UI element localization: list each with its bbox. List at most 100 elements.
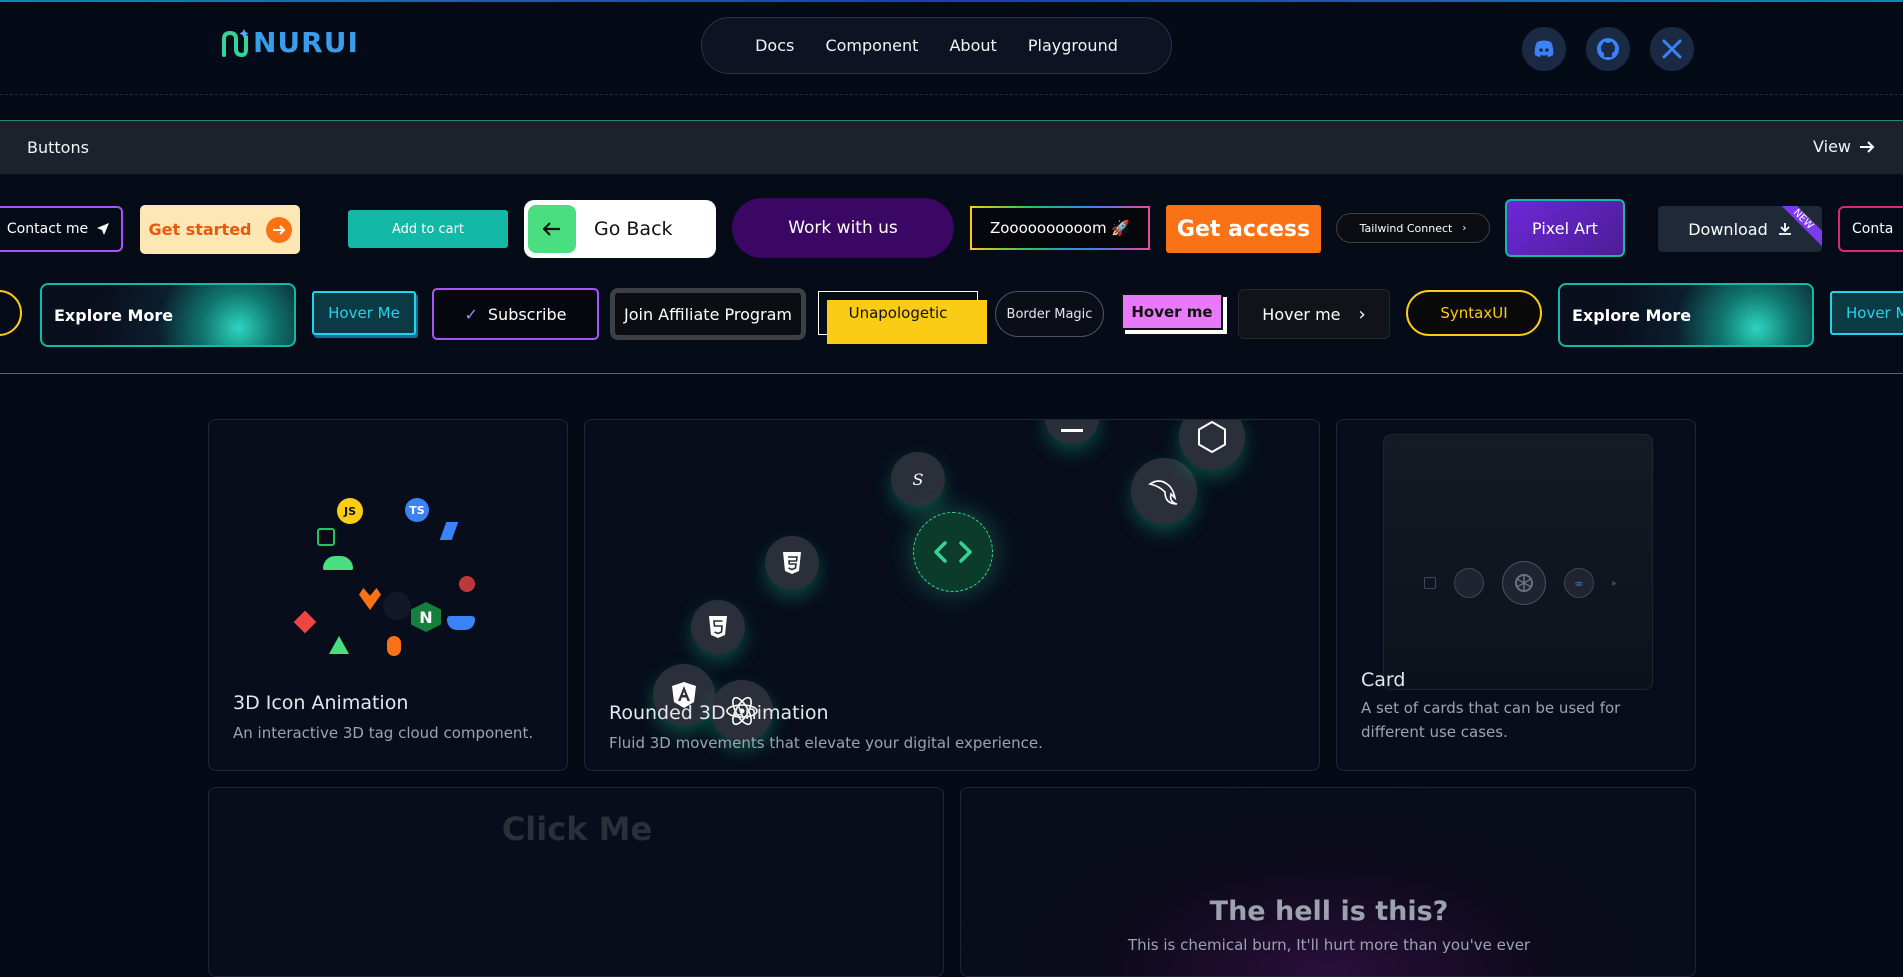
zoom-button[interactable]: Zoooooooooom 🚀 xyxy=(970,206,1150,250)
add-to-cart-button[interactable]: Add to cart xyxy=(348,210,508,248)
get-access-button[interactable]: Get access xyxy=(1166,205,1321,253)
arrow-left-icon xyxy=(528,205,576,253)
chevron-right-icon: › xyxy=(1358,303,1366,325)
nginx-icon: N xyxy=(411,602,441,632)
syntaxui-button-partial[interactable] xyxy=(0,290,22,336)
sass-icon: S xyxy=(891,452,945,506)
download-icon xyxy=(1778,223,1791,235)
arrow-right-icon xyxy=(1860,140,1875,153)
download-label: Download xyxy=(1688,219,1768,239)
chemical-burn-card[interactable]: The hell is this? This is chemical burn,… xyxy=(960,787,1696,977)
nurui-logo-icon xyxy=(222,28,249,57)
chevron-right-icon: ▸ xyxy=(1612,577,1618,589)
get-started-button[interactable]: Get started xyxy=(140,205,300,254)
discord-button[interactable] xyxy=(1522,27,1566,71)
icon-3d-card[interactable]: JS TS N 3D Icon Animation An interactive… xyxy=(208,419,568,771)
copilot-icon xyxy=(1454,568,1484,598)
unapologetic-button[interactable]: Unapologetic xyxy=(818,291,987,344)
nav-component[interactable]: Component xyxy=(825,36,918,55)
contact-me-button-repeat[interactable]: Conta xyxy=(1838,206,1903,252)
css3-icon xyxy=(765,536,819,590)
android-studio-icon xyxy=(329,636,349,654)
typescript-icon: TS xyxy=(405,498,429,522)
go-back-label: Go Back xyxy=(594,218,673,240)
hover-me-partial-label: Hover M xyxy=(1846,304,1903,322)
view-label: View xyxy=(1813,137,1851,156)
meta-icon: ∞ xyxy=(1564,568,1594,598)
unapologetic-label: Unapologetic xyxy=(848,304,948,322)
github-button[interactable] xyxy=(1586,27,1630,71)
contact-partial-label: Conta xyxy=(1852,221,1894,237)
join-affiliate-button[interactable]: Join Affiliate Program xyxy=(610,288,806,340)
contact-me-button[interactable]: Contact me xyxy=(0,206,123,252)
contact-me-label: Contact me xyxy=(6,221,89,237)
hover-me-dark-button[interactable]: Hover me › xyxy=(1238,289,1390,339)
view-link[interactable]: View xyxy=(1813,137,1875,156)
x-button[interactable] xyxy=(1650,27,1694,71)
tailwind-connect-label: Tailwind Connect xyxy=(1359,221,1453,235)
chevron-right-icon: › xyxy=(1462,222,1467,234)
code-brackets-icon xyxy=(913,512,993,592)
buttons-showcase-header: Buttons View xyxy=(0,121,1903,174)
explore-more-button-repeat[interactable]: Explore More xyxy=(1558,283,1814,347)
android-icon xyxy=(323,556,353,570)
explore-more-2-label: Explore More xyxy=(1572,305,1692,325)
nav-playground[interactable]: Playground xyxy=(1028,36,1118,55)
nav-docs[interactable]: Docs xyxy=(755,36,794,55)
brand-name: NURUI xyxy=(253,26,359,59)
border-magic-label: Border Magic xyxy=(1006,306,1093,322)
download-button[interactable]: Download NEW xyxy=(1658,206,1822,252)
pixel-art-label: Pixel Art xyxy=(1532,218,1598,238)
explore-more-label: Explore More xyxy=(54,305,174,325)
add-to-cart-label: Add to cart xyxy=(391,221,465,237)
click-me-label[interactable]: Click Me xyxy=(209,810,943,848)
x-icon xyxy=(1662,39,1682,59)
hover-me-cyan-button[interactable]: Hover Me xyxy=(312,291,416,335)
tech-orb-icon xyxy=(1045,420,1099,444)
card-title: 3D Icon Animation xyxy=(233,692,409,714)
zoom-label: Zoooooooooom 🚀 xyxy=(989,219,1131,237)
get-access-label: Get access xyxy=(1176,216,1311,242)
rounded-3d-card[interactable]: S Rounded 3D Animation Fluid 3D movement… xyxy=(584,419,1320,771)
syntaxui-button[interactable]: SyntaxUI xyxy=(1406,290,1542,336)
brand-logo[interactable]: NURUI xyxy=(220,26,359,59)
card-description: This is chemical burn, It'll hurt more t… xyxy=(1127,936,1531,954)
hover-me-cyan-button-repeat[interactable]: Hover M xyxy=(1830,291,1903,335)
icon-cloud: JS TS N xyxy=(287,464,477,656)
nav-about[interactable]: About xyxy=(949,36,996,55)
github-icon xyxy=(1597,38,1619,60)
pixel-art-button[interactable]: Pixel Art xyxy=(1505,199,1625,257)
github-dark-icon xyxy=(383,592,411,620)
join-affiliate-label: Join Affiliate Program xyxy=(624,304,792,324)
card-title: The hell is this? xyxy=(1209,896,1449,927)
javascript-icon: JS xyxy=(337,498,363,524)
discord-icon xyxy=(1534,40,1554,57)
hover-me-pink-button[interactable]: Hover me xyxy=(1121,293,1223,330)
nodejs-icon xyxy=(317,528,335,546)
card-preview: ∞ ▸ xyxy=(1383,434,1653,690)
get-started-label: Get started xyxy=(148,220,252,239)
explore-more-button[interactable]: Explore More xyxy=(40,283,296,347)
subscribe-button[interactable]: ✓ Subscribe xyxy=(432,288,599,340)
openai-icon xyxy=(1502,561,1546,605)
card-description: Fluid 3D movements that elevate your dig… xyxy=(609,734,1043,752)
card-title: Rounded 3D Animation xyxy=(609,702,829,724)
main-nav: Docs Component About Playground xyxy=(701,17,1172,74)
hover-me-pink-label: Hover me xyxy=(1131,302,1213,321)
click-me-card[interactable]: Click Me xyxy=(208,787,944,977)
card-description: A set of cards that can be used for diff… xyxy=(1361,699,1621,741)
send-icon xyxy=(97,223,110,235)
go-back-button[interactable]: Go Back xyxy=(524,200,716,258)
card-component-card[interactable]: ∞ ▸ Card A set of cards that can be used… xyxy=(1336,419,1696,771)
section-title: Buttons xyxy=(27,138,89,157)
work-with-us-label: Work with us xyxy=(788,218,898,238)
card-title: Card xyxy=(1361,669,1406,691)
hover-me-cyan-label: Hover Me xyxy=(328,304,400,322)
buttons-showcase: Buttons View Contact me Get started Add … xyxy=(0,120,1903,374)
nodejs-orb-icon xyxy=(1179,420,1245,470)
syntaxui-label: SyntaxUI xyxy=(1440,304,1508,322)
subscribe-label: Subscribe xyxy=(487,304,567,324)
tailwind-connect-button[interactable]: Tailwind Connect › xyxy=(1336,213,1490,243)
work-with-us-button[interactable]: Work with us xyxy=(732,198,954,258)
border-magic-button[interactable]: Border Magic xyxy=(995,291,1104,337)
